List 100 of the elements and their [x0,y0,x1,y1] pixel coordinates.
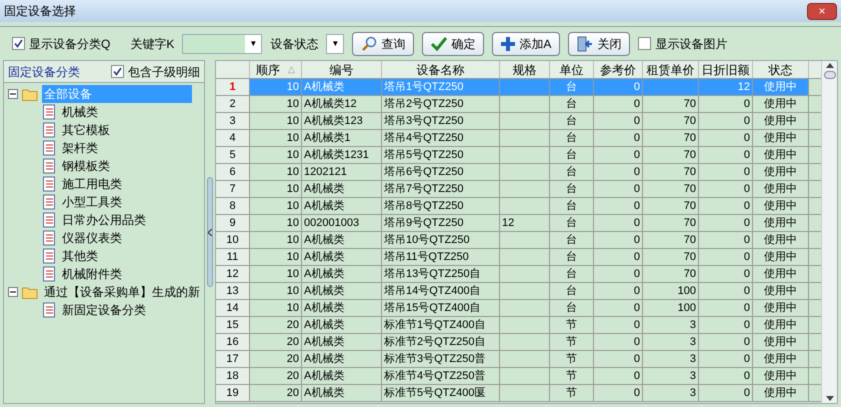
table-cell: 70 [643,215,699,231]
scroll-down-icon[interactable] [826,396,834,401]
vertical-scrollbar[interactable] [821,61,837,403]
table-cell: 塔吊15号QTZ400自 [382,300,500,316]
table-cell: 20 [250,385,302,401]
table-cell: 标准节2号QTZ250自 [382,334,500,350]
tree-item[interactable]: 其它模板 [60,121,112,139]
field-label: 关键字K [130,36,174,52]
column-header[interactable]: 单位 [550,61,594,78]
tree-item[interactable]: 通过【设备采购单】生成的新 [42,283,202,301]
table-cell: 70 [643,147,699,163]
table-cell: 12 [699,79,753,95]
tree-item[interactable]: 仪器仪表类 [60,229,124,247]
table-cell: 塔吊7号QTZ250 [382,181,500,197]
table-cell: 台 [550,96,594,112]
table-cell: A机械类12 [302,96,382,112]
table-cell: 1202121 [302,164,382,180]
checkbox[interactable] [111,65,124,78]
table-cell: 使用中 [753,113,809,129]
table-cell: 10 [250,198,302,214]
checkbox[interactable] [12,37,25,50]
table-cell: 台 [550,300,594,316]
document-icon [42,230,56,246]
scroll-thumb[interactable] [824,71,836,79]
row-number: 10 [216,232,250,248]
table-cell: 0 [594,96,643,112]
table-cell: 70 [643,96,699,112]
tree-item[interactable]: 机械附件类 [60,265,124,283]
table-cell: A机械类 [302,334,382,350]
column-header[interactable]: 租赁单价 [643,61,699,78]
table-cell: 70 [643,130,699,146]
toolbar-button[interactable]: 查询 [352,32,414,56]
plus-icon [501,36,516,50]
dropdown-field[interactable]: ▼ [182,34,262,54]
checkbox-label: 显示设备图片 [655,36,728,52]
row-number: 5 [216,147,250,163]
table-cell: A机械类 [302,232,382,248]
table-cell: 塔吊11号QTZ250 [382,249,500,265]
table-cell: 0 [699,113,753,129]
toolbar-button[interactable]: 关闭 [568,32,630,56]
scroll-up-icon[interactable] [826,63,834,68]
row-number: 17 [216,351,250,367]
row-number: 14 [216,300,250,316]
collapse-toggle-icon[interactable] [8,287,18,297]
row-number: 11 [216,249,250,265]
column-header[interactable]: 状态 [753,61,809,78]
table-cell: 标准节3号QTZ250普 [382,351,500,367]
document-icon [42,212,56,228]
table-cell: 节 [550,351,594,367]
column-header[interactable]: 编号 [302,61,382,78]
table-cell: 0 [699,130,753,146]
toolbar-button[interactable]: 确定 [422,32,484,56]
splitter-handle[interactable] [207,177,213,287]
folder-icon [22,286,38,298]
tree-item[interactable]: 日常办公用品类 [60,211,148,229]
tree-item[interactable]: 架杆类 [60,139,100,157]
table-cell: 10 [250,96,302,112]
table-cell: 0 [594,198,643,214]
table-cell: 0 [594,283,643,299]
table-cell: 70 [643,164,699,180]
table-cell: 使用中 [753,164,809,180]
row-number: 1 [216,79,250,95]
close-button[interactable]: × [807,2,837,20]
table-cell: 0 [594,317,643,333]
tree-item[interactable]: 其他类 [60,247,100,265]
checkbox[interactable] [638,37,652,50]
table-cell: 002001003 [302,215,382,231]
table-cell: 使用中 [753,266,809,282]
table-cell: A机械类 [302,385,382,401]
table-cell: A机械类 [302,198,382,214]
column-header[interactable]: 顺序 △ [250,61,302,78]
tree-item[interactable]: 小型工具类 [60,193,124,211]
table-cell: 塔吊9号QTZ250 [382,215,500,231]
table-cell: 0 [594,249,643,265]
table-cell: 3 [643,334,699,350]
table-cell: 70 [643,181,699,197]
table-cell: 使用中 [753,130,809,146]
column-header[interactable]: 参考价 [594,61,643,78]
table-cell: 10 [250,283,302,299]
column-header[interactable]: 日折旧额 [699,61,753,78]
column-header[interactable]: 设备名称 [382,61,500,78]
collapse-toggle-icon[interactable] [8,89,18,99]
tree-item[interactable]: 钢模板类 [60,157,112,175]
table-cell: 0 [594,232,643,248]
toolbar-button[interactable]: 添加A [492,32,560,56]
tree-item[interactable]: 新固定设备分类 [60,301,148,319]
table-cell: 使用中 [753,351,809,367]
table-cell: A机械类 [302,79,382,95]
table-cell: A机械类1231 [302,147,382,163]
column-header[interactable]: 规格 [500,61,550,78]
table-cell: A机械类 [302,368,382,384]
table-cell: 0 [699,351,753,367]
table-cell: 0 [594,181,643,197]
table-cell: 10 [250,113,302,129]
row-number: 13 [216,283,250,299]
table-cell: A机械类 [302,351,382,367]
tree-item[interactable]: 施工用电类 [60,175,124,193]
panel-title: 固定设备分类 [8,64,80,80]
tree-item[interactable]: 机械类 [60,103,100,121]
header-label: 顺序 [256,62,280,78]
